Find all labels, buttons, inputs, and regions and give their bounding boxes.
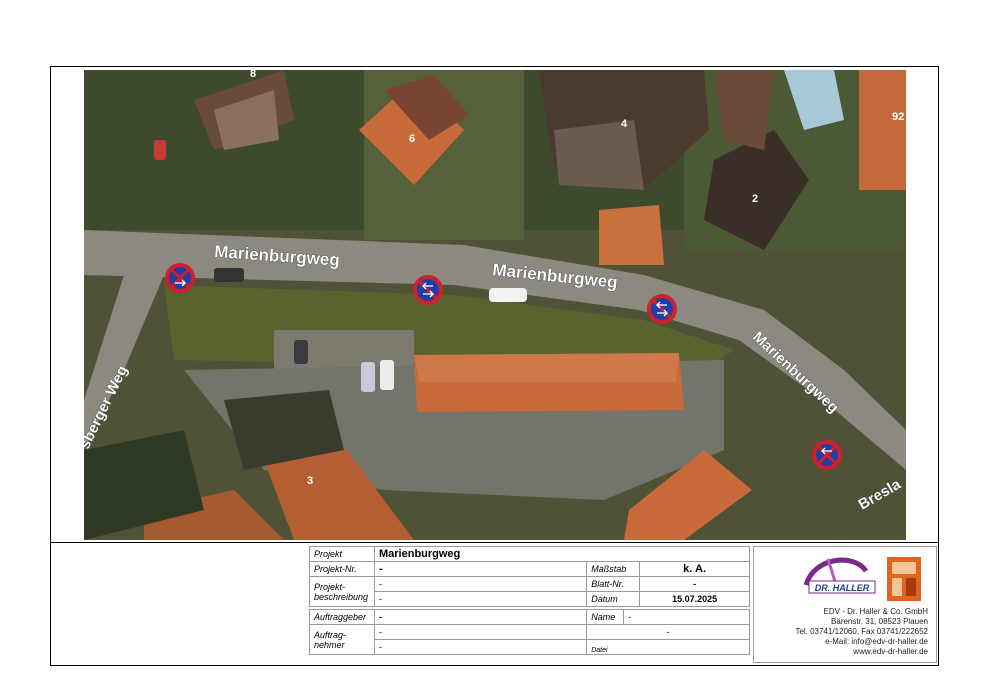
aerial-map: Marienburgweg Marienburgweg Marienburgwe… [84, 70, 906, 540]
title-block-table: Projekt Marienburgweg Projekt-Nr. - Maßs… [309, 546, 751, 655]
projekt-label: Projekt [309, 546, 375, 562]
massstab-value: k. A. [639, 561, 750, 577]
house-number-6: 6 [409, 133, 415, 145]
massstab-label: Maßstab [586, 561, 641, 577]
datum-value: 15.07.2025 [639, 591, 750, 607]
beschreibung-value-1: - [373, 576, 588, 592]
projekt-nr-value: - [373, 561, 588, 577]
auftragnehmer-value-1: - [373, 624, 588, 640]
no-stopping-sign-icon [413, 275, 443, 305]
auftragnehmer-value-2: - [373, 639, 588, 655]
auftraggeber-value: - [373, 609, 588, 625]
blatt-label: Blatt-Nr. [586, 576, 641, 592]
company-email: e-Mail: info@edv-dr-haller.de [825, 637, 928, 646]
company-street: Bärenstr. 31, 08523 Plauen [831, 617, 928, 626]
beschreibung-value-2: - [373, 591, 588, 607]
house-number-8: 8 [250, 70, 256, 80]
auftraggeber-label: Auftraggeber [309, 609, 375, 625]
title-block-divider [50, 542, 939, 543]
house-number-92: 92 [892, 111, 904, 123]
no-stopping-sign-icon [647, 294, 677, 324]
name-value-2: - [586, 624, 750, 640]
beschreibung-label-1: Projekt- [314, 581, 346, 592]
name-value: - [623, 609, 750, 625]
beschreibung-label-2: beschreibung [314, 591, 369, 602]
company-website: www.edv-dr-haller.de [853, 647, 928, 656]
beschreibung-label: Projekt- beschreibung [309, 576, 375, 607]
datei-label: Datei [586, 639, 750, 655]
company-name: EDV - Dr. Haller & Co. GmbH [823, 607, 928, 616]
logo-text: DR. HALLER [815, 583, 870, 593]
name-label: Name [586, 609, 625, 625]
auftragnehmer-label-1: Auftrag- [314, 629, 347, 640]
datum-label: Datum [586, 591, 641, 607]
no-stopping-sign-icon [165, 263, 195, 293]
projekt-value: Marienburgweg [373, 546, 751, 562]
company-phone: Tel. 03741/12060, Fax 03741/222652 [795, 627, 928, 636]
house-number-2: 2 [752, 193, 758, 205]
blatt-value: - [639, 576, 750, 592]
auftragnehmer-label: Auftrag- nehmer [309, 624, 375, 655]
company-address: EDV - Dr. Haller & Co. GmbH Bärenstr. 31… [795, 607, 928, 657]
no-stopping-sign-icon [812, 440, 842, 470]
company-logo-box: DR. HALLER EDV - Dr. Haller & Co. GmbH B… [753, 546, 937, 663]
drawing-sheet: Marienburgweg Marienburgweg Marienburgwe… [0, 0, 990, 700]
auftragnehmer-label-2: nehmer [314, 639, 345, 650]
projekt-nr-label: Projekt-Nr. [309, 561, 375, 577]
house-number-4: 4 [621, 118, 628, 130]
company-logo: DR. HALLER [803, 557, 921, 601]
house-number-3: 3 [307, 475, 313, 487]
